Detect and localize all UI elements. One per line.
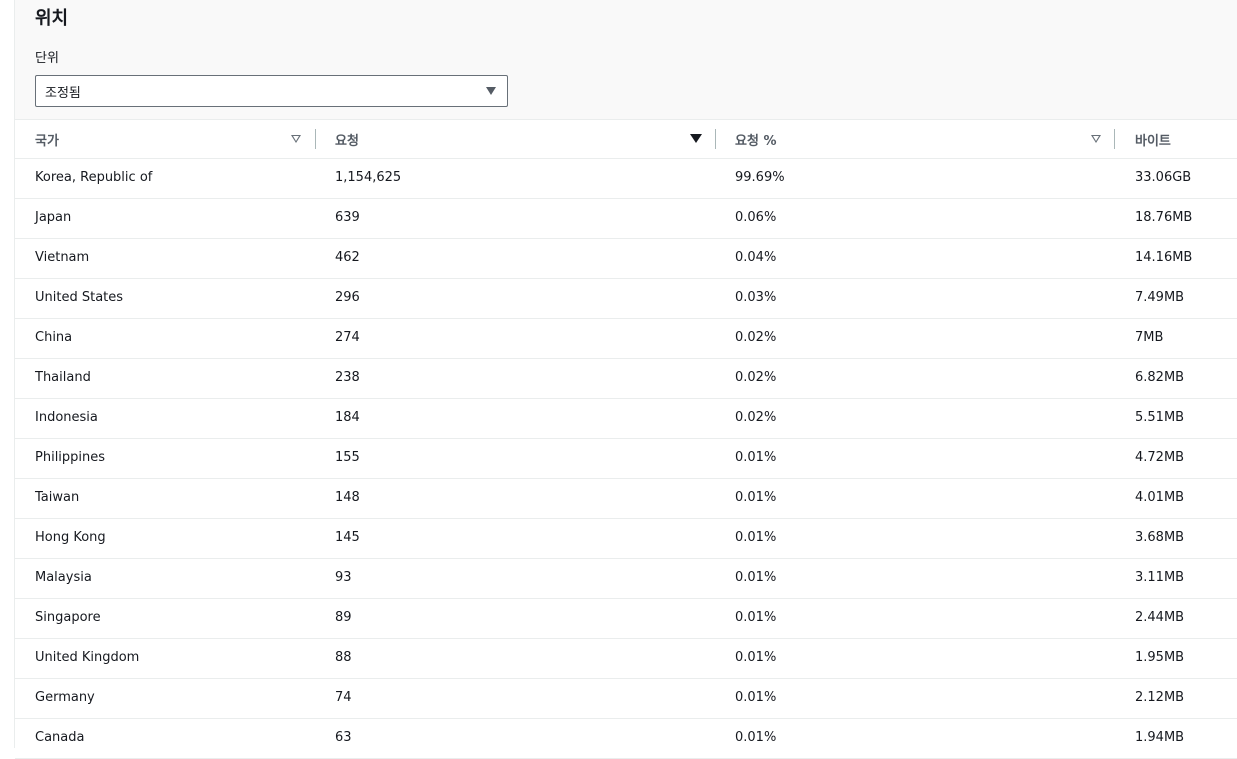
cell-bytes: 2.44MB [1135, 610, 1185, 625]
column-header-label: 요청 % [735, 134, 777, 149]
cell-country: Germany [35, 690, 95, 705]
cell-request-percent: 0.01% [735, 730, 777, 745]
cell-request-percent: 0.01% [735, 650, 777, 665]
unit-label: 단위 [35, 51, 59, 66]
cell-bytes: 33.06GB [1135, 170, 1192, 185]
cell-requests: 63 [335, 730, 352, 745]
table-row: Singapore 89 0.01% 2.44MB [15, 599, 1237, 639]
cell-bytes: 7.49MB [1135, 290, 1185, 305]
cell-bytes: 5.51MB [1135, 410, 1185, 425]
sort-unsorted-icon [1091, 135, 1101, 143]
table-header: 국가 요청 요청 % 바이트 [15, 120, 1237, 159]
cell-requests: 184 [335, 410, 360, 425]
location-panel: 위치 단위 조정됨 국가 요청 요청 % 바이트 Korea, Republic… [14, 0, 1237, 759]
cell-bytes: 14.16MB [1135, 250, 1193, 265]
panel-header: 위치 단위 조정됨 [15, 0, 1237, 120]
cell-country: China [35, 330, 73, 345]
table-row: Thailand 238 0.02% 6.82MB [15, 359, 1237, 399]
cell-country: Philippines [35, 450, 106, 465]
cell-bytes: 4.01MB [1135, 490, 1185, 505]
cell-request-percent: 0.01% [735, 490, 777, 505]
table-row: Malaysia 93 0.01% 3.11MB [15, 559, 1237, 599]
sort-descending-icon [690, 134, 702, 143]
cell-request-percent: 0.03% [735, 290, 777, 305]
table-row: Hong Kong 145 0.01% 3.68MB [15, 519, 1237, 559]
column-header-country[interactable]: 국가 [15, 120, 315, 158]
cell-bytes: 3.11MB [1135, 570, 1185, 585]
cell-request-percent: 0.01% [735, 450, 777, 465]
cell-requests: 93 [335, 570, 352, 585]
cell-requests: 462 [335, 250, 360, 265]
cell-bytes: 3.68MB [1135, 530, 1185, 545]
table-row: Korea, Republic of 1,154,625 99.69% 33.06GB [15, 159, 1237, 199]
table-row: Germany 74 0.01% 2.12MB [15, 679, 1237, 719]
cell-request-percent: 99.69% [735, 170, 785, 185]
cell-bytes: 4.72MB [1135, 450, 1185, 465]
cell-requests: 88 [335, 650, 352, 665]
table-row: Vietnam 462 0.04% 14.16MB [15, 239, 1237, 279]
cell-country: Hong Kong [35, 530, 106, 545]
table-row: Indonesia 184 0.02% 5.51MB [15, 399, 1237, 439]
cell-request-percent: 0.01% [735, 690, 777, 705]
cell-country: Thailand [35, 370, 91, 385]
cell-country: Indonesia [35, 410, 98, 425]
cell-bytes: 1.95MB [1135, 650, 1185, 665]
cell-requests: 639 [335, 210, 360, 225]
cell-requests: 274 [335, 330, 360, 345]
cell-requests: 89 [335, 610, 352, 625]
column-header-label: 국가 [35, 134, 59, 149]
cell-requests: 296 [335, 290, 360, 305]
cell-bytes: 18.76MB [1135, 210, 1193, 225]
column-header-request-percent[interactable]: 요청 % [715, 120, 1115, 158]
table-row: United Kingdom 88 0.01% 1.95MB [15, 639, 1237, 679]
cell-requests: 155 [335, 450, 360, 465]
cell-country: Singapore [35, 610, 101, 625]
cell-requests: 145 [335, 530, 360, 545]
table-row: Taiwan 148 0.01% 4.01MB [15, 479, 1237, 519]
cell-country: Taiwan [35, 490, 80, 505]
location-table: 국가 요청 요청 % 바이트 Korea, Republic of 1,154,6… [15, 120, 1237, 759]
column-header-label: 바이트 [1135, 134, 1171, 149]
cell-bytes: 6.82MB [1135, 370, 1185, 385]
cell-country: Korea, Republic of [35, 170, 153, 185]
table-row: Philippines 155 0.01% 4.72MB [15, 439, 1237, 479]
cell-country: Vietnam [35, 250, 90, 265]
cell-country: United Kingdom [35, 650, 140, 665]
cell-request-percent: 0.01% [735, 610, 777, 625]
table-row: Japan 639 0.06% 18.76MB [15, 199, 1237, 239]
caret-down-icon [486, 87, 496, 95]
cell-country: Malaysia [35, 570, 92, 585]
table-row: Canada 63 0.01% 1.94MB [15, 719, 1237, 759]
column-header-bytes[interactable]: 바이트 [1115, 120, 1237, 158]
panel-title: 위치 [35, 8, 69, 29]
column-header-label: 요청 [335, 134, 359, 149]
cell-request-percent: 0.02% [735, 370, 777, 385]
cell-request-percent: 0.02% [735, 410, 777, 425]
cell-request-percent: 0.04% [735, 250, 777, 265]
cell-request-percent: 0.01% [735, 530, 777, 545]
cell-requests: 1,154,625 [335, 170, 402, 185]
table-row: United States 296 0.03% 7.49MB [15, 279, 1237, 319]
cell-bytes: 1.94MB [1135, 730, 1185, 745]
cell-requests: 148 [335, 490, 360, 505]
cell-requests: 74 [335, 690, 352, 705]
cell-bytes: 7MB [1135, 330, 1164, 345]
table-row: China 274 0.02% 7MB [15, 319, 1237, 359]
table-body: Korea, Republic of 1,154,625 99.69% 33.06GB… [15, 159, 1237, 759]
cell-request-percent: 0.02% [735, 330, 777, 345]
unit-select-value: 조정됨 [45, 86, 81, 101]
cell-country: Japan [35, 210, 72, 225]
cell-bytes: 2.12MB [1135, 690, 1185, 705]
cell-country: Canada [35, 730, 85, 745]
column-header-requests[interactable]: 요청 [315, 120, 715, 158]
cell-requests: 238 [335, 370, 360, 385]
unit-select[interactable]: 조정됨 [35, 75, 508, 107]
sort-unsorted-icon [291, 135, 301, 143]
cell-country: United States [35, 290, 124, 305]
cell-request-percent: 0.01% [735, 570, 777, 585]
cell-request-percent: 0.06% [735, 210, 777, 225]
